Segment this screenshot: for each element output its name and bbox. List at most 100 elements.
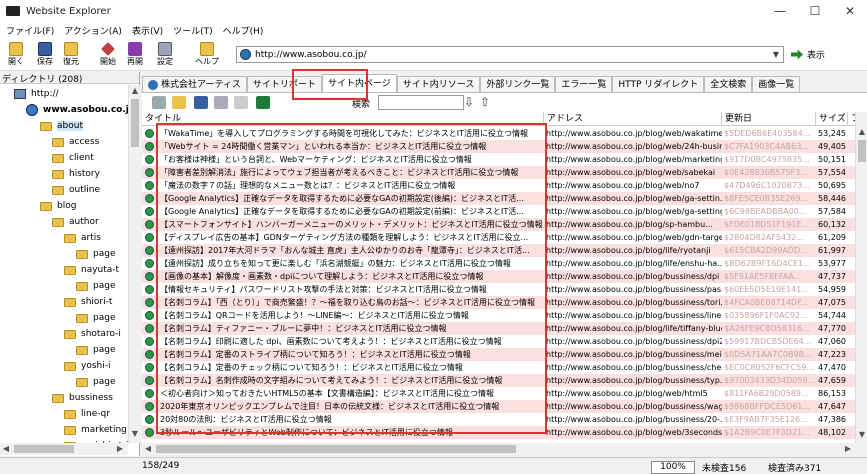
scroll-down-icon[interactable]: ▼	[129, 429, 141, 438]
table-row[interactable]: 20対80の法則：ビジネスとIT活用に役立つ情報 http://www.asobo…	[142, 413, 855, 426]
help-button[interactable]: ヘルプ	[190, 41, 224, 69]
column-title[interactable]: タイトル	[142, 112, 544, 126]
tree-node[interactable]: history	[52, 166, 100, 182]
print-icon[interactable]	[214, 96, 228, 109]
column-date[interactable]: 更新日	[722, 112, 816, 126]
tab[interactable]: エラー一覧	[555, 76, 613, 92]
table-row[interactable]: 【名刺コラム】定番のストライプ柄について知ろう！：ビジネスとIT活用に役立つ情報…	[142, 348, 855, 361]
url-input[interactable]: http://www.asobou.co.jp/ ▼	[236, 46, 784, 63]
document-icon[interactable]	[234, 96, 248, 109]
copy-icon[interactable]	[152, 96, 166, 109]
tree-node[interactable]: page	[76, 374, 115, 390]
menu-file[interactable]: ファイル(F)	[6, 24, 54, 37]
tree-node[interactable]: www.asobou.co.jp	[26, 102, 128, 118]
column-size[interactable]: サイズ	[816, 112, 848, 126]
table-row[interactable]: 【遠州探訪】成り立ちを知って更に楽しむ「浜名湖競艇」の魅力：ビジネスとIT活用に…	[142, 257, 855, 270]
tree-node[interactable]: http://	[14, 86, 59, 102]
menu-help[interactable]: ヘルプ(H)	[223, 24, 264, 37]
menu-tools[interactable]: ツール(T)	[173, 24, 213, 37]
table-row[interactable]: 【遠州探訪】2017年大河ドラマ「おんな城主 直虎」主人公ゆかりのお寺「龍潭寺」…	[142, 244, 855, 257]
column-address[interactable]: アドレス	[544, 112, 722, 126]
table-row[interactable]: 3秒ルール～ユーザビリティとWeb制作について：ビジネスとIT活用に役立つ情報 h…	[142, 426, 855, 439]
show-button[interactable]: 表示	[791, 46, 829, 63]
table-row[interactable]: 【名刺コラム】名刺作成時の文字組みについて考えてみよう！：ビジネスとIT活用に役…	[142, 374, 855, 387]
close-button[interactable]: ✕	[833, 0, 867, 22]
menu-view[interactable]: 表示(V)	[132, 24, 163, 37]
save-button[interactable]: 保存	[31, 41, 59, 69]
table-row[interactable]: 「お客様は神様」という台詞と、Webマーケティング：ビジネスとIT活用に役立つ情…	[142, 153, 855, 166]
search-up-icon[interactable]: ⇧	[480, 95, 490, 109]
tree-node[interactable]: client	[52, 150, 94, 166]
tree-hscroll-thumb[interactable]	[14, 445, 74, 453]
table-vertical-scrollbar[interactable]: ▲ ▼	[855, 112, 867, 443]
table-row[interactable]: 【情報セキュリティ】パスワードリスト攻撃の手法と対策：ビジネスとIT活用に役立つ…	[142, 283, 855, 296]
table-row[interactable]: 【スマートフォンサイト】ハンバーガーメニューのメリット・デメリット：ビジネスとI…	[142, 218, 855, 231]
tree-node[interactable]: line-qr	[64, 406, 110, 422]
tab[interactable]: サイト内リソース	[396, 76, 481, 92]
tree-node[interactable]: access	[52, 134, 99, 150]
scroll-right-icon[interactable]: ▶	[114, 444, 126, 453]
table-row[interactable]: ＜初心者向け＞知っておきたいHTML5の基本【文書構造編】：ビジネスとIT活用に…	[142, 387, 855, 400]
tree-node[interactable]: nayuta-t	[64, 262, 119, 278]
tab[interactable]: HTTP リダイレクト	[612, 76, 705, 92]
table-scroll-thumb[interactable]	[858, 140, 866, 162]
start-button[interactable]: 開始	[94, 41, 122, 69]
table-row[interactable]: 「障害者差別解消法」施行によってウェブ担当者が考えるべきこと：ビジネスとIT活用…	[142, 166, 855, 179]
table-row[interactable]: 「魔法の数字７の話」理想的なメニュー数とは？：ビジネスとIT活用に役立つ情報 ht…	[142, 179, 855, 192]
tab[interactable]: 画像一覧	[752, 76, 801, 92]
scroll-up-icon[interactable]: ▲	[129, 86, 141, 95]
menu-action[interactable]: アクション(A)	[64, 24, 122, 37]
table-scroll-right-icon[interactable]: ▶	[842, 444, 854, 453]
tree-node[interactable]: outline	[52, 182, 100, 198]
excel-icon[interactable]	[256, 96, 270, 109]
table-row[interactable]: 「Webサイト = 24時間働く営業マン」といわれる本当か：ビジネスとIT活用に…	[142, 140, 855, 153]
table-row[interactable]: 「WakaTime」を導入してプログラミングする時間を可視化してみた：ビジネスと…	[142, 127, 855, 140]
tree-horizontal-scrollbar[interactable]: ◀ ▶	[0, 443, 128, 455]
open-folder-icon[interactable]	[172, 96, 186, 109]
table-row[interactable]: 【名刺コラム】QRコードを活用しよう！～LINE編～：ビジネスとIT活用に役立つ…	[142, 309, 855, 322]
table-hscroll-thumb[interactable]	[156, 445, 516, 453]
table-row[interactable]: 【名刺コラム】ティファニー・ブルーに夢中！：ビジネスとIT活用に役立つ情報 htt…	[142, 322, 855, 335]
table-row[interactable]: 【Google Analytics】正確なデータを取得するために必要なGAの初期…	[142, 192, 855, 205]
save-list-icon[interactable]	[194, 96, 208, 109]
table-row[interactable]: 2020年東京オリンピックエンブレムで注目！日本の伝統文様：ビジネスとIT活用に…	[142, 400, 855, 413]
tree-node[interactable]: artis	[64, 230, 101, 246]
tab[interactable]: 株式会社アーティス	[142, 76, 247, 92]
table-row[interactable]: 【ディスプレイ広告の基本】GDNターゲティング方法の種類を理解しよう：ビジネスと…	[142, 231, 855, 244]
table-scroll-up-icon[interactable]: ▲	[856, 127, 867, 136]
tab[interactable]: 外部リンク一覧	[480, 76, 556, 92]
tree-node[interactable]: page	[76, 310, 115, 326]
tree-node[interactable]: page	[76, 342, 115, 358]
table-row[interactable]: 【名刺コラム】印刷に適した dpi、画素数について考えよう！：ビジネスとIT活用…	[142, 335, 855, 348]
table-scroll-left-icon[interactable]: ◀	[142, 444, 154, 453]
tree-node[interactable]: author	[52, 214, 99, 230]
tree-node[interactable]: shiori-t	[64, 294, 112, 310]
chevron-down-icon[interactable]: ▼	[769, 50, 783, 59]
tree-node[interactable]: bussiness	[52, 390, 113, 406]
table-row[interactable]: 【名刺コラム】定番のチェック柄について知ろう！：ビジネスとIT活用に役立つ情報 h…	[142, 361, 855, 374]
restore-button[interactable]: 復元	[57, 41, 85, 69]
tree-node[interactable]: yoshi-i	[64, 358, 110, 374]
tree-vertical-scrollbar[interactable]: ▲ ▼	[128, 85, 140, 443]
settings-button[interactable]: 設定	[151, 41, 179, 69]
resume-button[interactable]: 再開	[121, 41, 149, 69]
table-scroll-down-icon[interactable]: ▼	[856, 430, 867, 439]
tree-scroll-thumb[interactable]	[131, 99, 139, 147]
tab[interactable]: 全文検索	[704, 76, 753, 92]
table-row[interactable]: 【Google Analytics】正確なデータを取得するために必要なGAの初期…	[142, 205, 855, 218]
maximize-button[interactable]: ☐	[798, 0, 832, 22]
table-horizontal-scrollbar[interactable]: ◀ ▶	[142, 443, 855, 455]
tree-node[interactable]: page	[76, 246, 115, 262]
column-file[interactable]: ファ	[848, 112, 855, 126]
tree-node[interactable]: blog	[40, 198, 76, 214]
tree-node[interactable]: shotaro-i	[64, 326, 121, 342]
search-down-icon[interactable]: ⇩	[464, 95, 474, 109]
search-input[interactable]	[378, 95, 464, 110]
tree-node[interactable]: page	[76, 278, 115, 294]
scroll-left-icon[interactable]: ◀	[0, 444, 12, 453]
minimize-button[interactable]: —	[763, 0, 797, 22]
tab[interactable]: サイトリポート	[246, 76, 322, 92]
tree-node[interactable]: about	[40, 118, 83, 134]
table-row[interactable]: 【名刺コラム】「西（とり）」で商売繁盛！？～福を取り込む鳥のお話～：ビジネスとI…	[142, 296, 855, 309]
open-button[interactable]: 開く	[2, 41, 30, 69]
